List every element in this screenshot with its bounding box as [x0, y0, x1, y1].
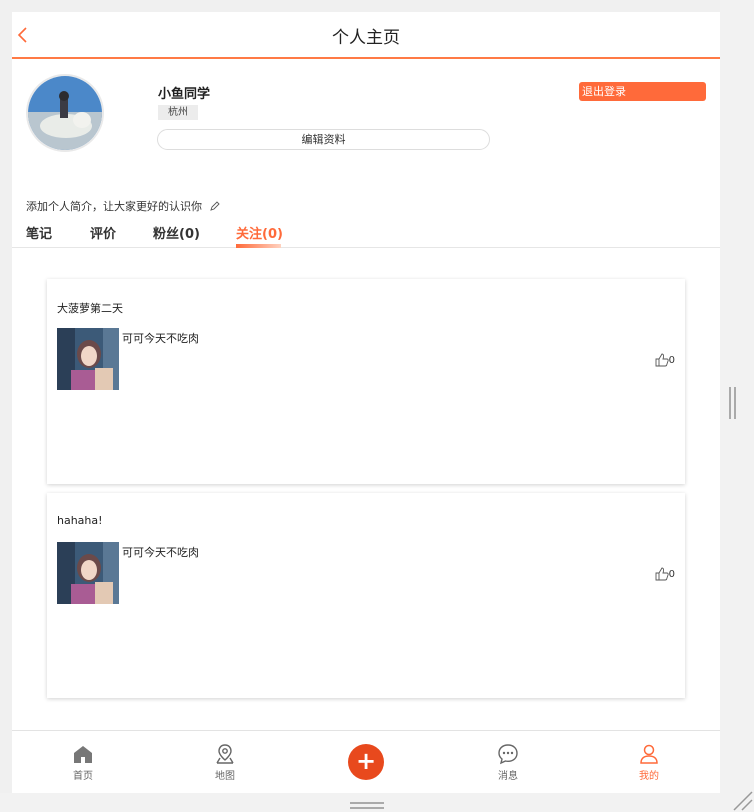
post-card[interactable]: hahaha! 可可今天不吃肉 0	[47, 493, 685, 698]
window-side-panel	[720, 0, 754, 812]
page-title: 个人主页	[332, 28, 400, 48]
active-tab-indicator	[236, 244, 281, 248]
like-button[interactable]: 0	[655, 353, 675, 367]
tab-fans[interactable]: 粉丝(0)	[153, 223, 200, 242]
tabbar-home[interactable]: 首页	[53, 743, 113, 782]
chat-icon	[498, 744, 518, 765]
like-count: 0	[668, 568, 675, 580]
resize-grip-icon[interactable]	[724, 782, 754, 812]
post-author[interactable]: 可可今天不吃肉	[122, 330, 199, 346]
plus-icon: +	[355, 747, 377, 775]
profile-tabs: 笔记 评价 粉丝(0) 关注(0)	[12, 220, 720, 248]
home-icon	[74, 746, 92, 763]
tabbar-me[interactable]: 我的	[619, 743, 679, 782]
bottom-tabbar: 首页 地图 + 消息 我的	[12, 730, 720, 793]
tab-notes[interactable]: 笔记	[26, 223, 52, 242]
tab-reviews[interactable]: 评价	[90, 223, 116, 242]
pencil-icon	[209, 201, 220, 211]
tabbar-label: 消息	[498, 771, 518, 782]
like-count: 0	[668, 354, 675, 366]
tabbar-messages[interactable]: 消息	[478, 743, 538, 782]
username: 小鱼同学	[158, 87, 211, 102]
create-post-button[interactable]: +	[348, 744, 384, 780]
bio-prompt-text: 添加个人简介，让大家更好的认识你	[26, 200, 202, 213]
header-bar: 个人主页	[12, 12, 720, 59]
logout-button[interactable]: 退出登录	[579, 82, 706, 101]
like-button[interactable]: 0	[655, 567, 675, 581]
city-tag: 杭州	[158, 105, 198, 120]
bottom-drag-handle[interactable]	[350, 802, 384, 809]
tabbar-label: 我的	[639, 771, 659, 782]
app-screen: 个人主页 小鱼同学 杭州 编辑资料 退出登录 添加个人简介，让大家更好的认识你 …	[12, 12, 720, 793]
author-avatar[interactable]	[57, 542, 119, 604]
author-avatar[interactable]	[57, 328, 119, 390]
thumbs-up-icon	[655, 567, 669, 581]
avatar[interactable]	[26, 74, 104, 152]
tab-following[interactable]: 关注(0)	[236, 223, 283, 242]
bio-prompt[interactable]: 添加个人简介，让大家更好的认识你	[26, 198, 220, 214]
user-icon	[640, 744, 658, 764]
post-title: 大菠萝第二天	[57, 302, 123, 315]
post-card[interactable]: 大菠萝第二天 可可今天不吃肉 0	[47, 279, 685, 484]
tabbar-label: 首页	[73, 771, 93, 782]
side-drag-handle[interactable]	[729, 387, 736, 419]
thumbs-up-icon	[655, 353, 669, 367]
tabbar-map[interactable]: 地图	[195, 743, 255, 782]
tabbar-label: 地图	[215, 771, 235, 782]
edit-profile-button[interactable]: 编辑资料	[157, 129, 490, 150]
map-icon	[216, 744, 234, 764]
post-author[interactable]: 可可今天不吃肉	[122, 544, 199, 560]
post-title: hahaha!	[57, 514, 103, 527]
